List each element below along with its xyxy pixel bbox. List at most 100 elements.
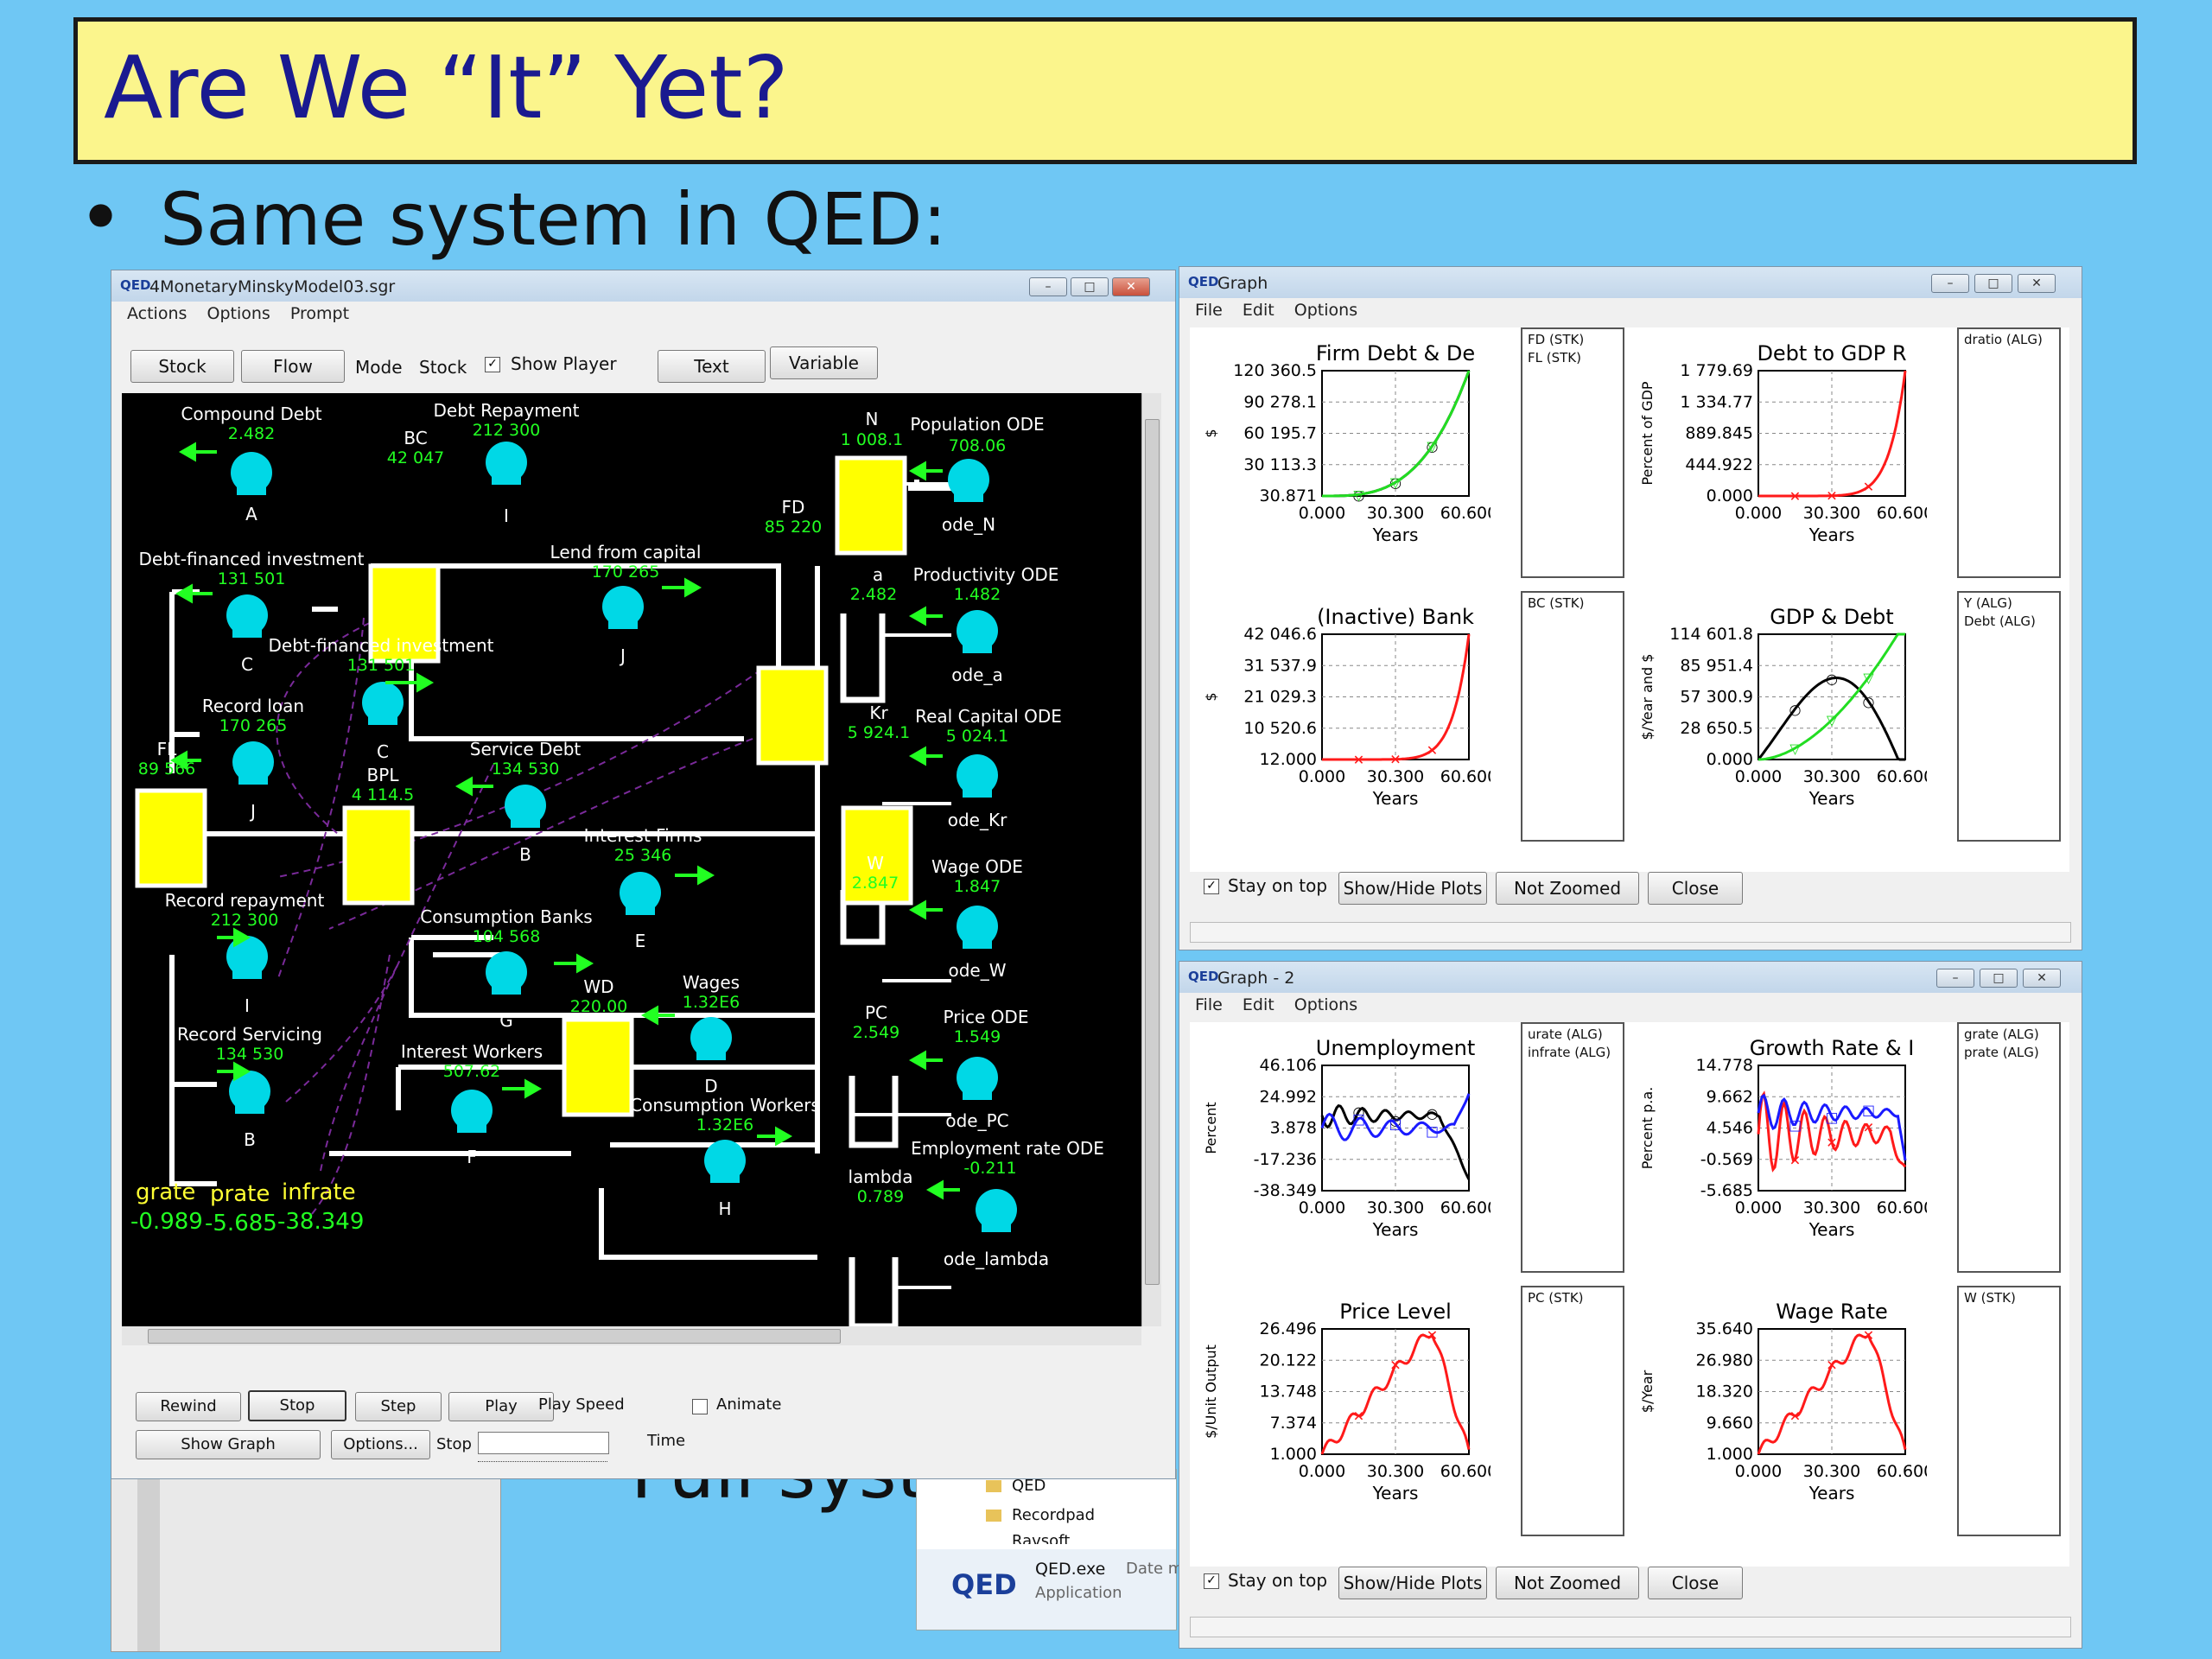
stop-time-input[interactable] xyxy=(478,1432,609,1454)
minimize-icon[interactable]: – xyxy=(1936,969,1974,988)
explorer-item[interactable]: Ravsoft xyxy=(1012,1532,1070,1544)
close-button[interactable]: Close xyxy=(1648,872,1743,905)
exe-name[interactable]: QED.exe xyxy=(1035,1560,1105,1579)
plot-legend: dratio (ALG) xyxy=(1957,327,2061,578)
series-marker: ▽ xyxy=(1789,741,1801,757)
plot-3[interactable]: Price Level 26.496 20.122 13.748 7.374 1.0000… xyxy=(1197,1294,1491,1554)
show-player-checkbox[interactable]: ✓ xyxy=(485,357,500,372)
valve-ode-a xyxy=(957,610,998,653)
status-bar xyxy=(1190,922,2071,943)
x-tick-label: 0.000 xyxy=(1299,504,1345,523)
not-zoomed-button[interactable]: Not Zoomed xyxy=(1496,1567,1639,1599)
stop-button[interactable]: Stop xyxy=(248,1390,346,1421)
variable-button[interactable]: Variable xyxy=(770,346,878,379)
stock-button[interactable]: Stock xyxy=(130,350,234,383)
minimize-icon[interactable]: – xyxy=(1931,274,1969,293)
options-button[interactable]: Options... xyxy=(331,1430,430,1459)
y-axis-label: Percent of GDP xyxy=(1639,381,1656,486)
plot-1[interactable]: Unemployment46.106 24.992 3.878 -17.236 -38.… xyxy=(1197,1031,1491,1290)
maximize-icon[interactable]: □ xyxy=(1071,277,1109,296)
stay-on-top-checkbox[interactable]: ✓ xyxy=(1204,1573,1219,1589)
model-window: QED 4MonetaryMinskyModel03.sgr – □ ✕ Act… xyxy=(111,270,1176,1479)
y-axis-label: $ xyxy=(1203,692,1219,701)
menu-prompt[interactable]: Prompt xyxy=(290,302,349,326)
explorer-item[interactable]: QED xyxy=(1012,1477,1046,1495)
speed-slider[interactable] xyxy=(478,1456,607,1462)
rewind-button[interactable]: Rewind xyxy=(136,1392,241,1421)
menu-options[interactable]: Options xyxy=(1294,993,1357,1017)
menu-actions[interactable]: Actions xyxy=(127,302,187,326)
x-axis-label: Years xyxy=(1808,524,1855,545)
vertical-scrollbar[interactable] xyxy=(1141,393,1161,1326)
flow-label: Debt-financed investment xyxy=(268,635,494,656)
series-marker: ▽ xyxy=(1353,486,1364,503)
plot-2[interactable]: Growth Rate & I14.778 9.662 4.546 -0.569 -5.… xyxy=(1633,1031,1927,1290)
plot-4[interactable]: Wage Rate 35.640 26.980 18.320 9.660 1.0000.0… xyxy=(1633,1294,1927,1554)
explorer-item[interactable]: Recordpad xyxy=(1012,1506,1095,1524)
not-zoomed-button[interactable]: Not Zoomed xyxy=(1496,872,1639,905)
stock-value: 42 047 xyxy=(386,448,445,467)
series-marker: ○ xyxy=(1789,701,1802,717)
flow-button[interactable]: Flow xyxy=(241,350,345,383)
x-tick-label: 0.000 xyxy=(1735,767,1782,786)
stock-value: 220.00 xyxy=(569,997,628,1016)
model-window-titlebar[interactable]: QED 4MonetaryMinskyModel03.sgr – □ ✕ xyxy=(111,270,1175,302)
plot-3[interactable]: (Inactive) Bank42 046.6 31 537.9 21 029.3 1… xyxy=(1197,600,1491,859)
menu-file[interactable]: File xyxy=(1195,298,1223,322)
stock-label: W xyxy=(867,853,884,874)
y-tick-label: 12.000 xyxy=(1260,750,1317,769)
menu-edit[interactable]: Edit xyxy=(1243,298,1274,322)
step-button[interactable]: Step xyxy=(355,1392,442,1421)
show-hide-plots-button[interactable]: Show/Hide Plots xyxy=(1338,1567,1487,1599)
close-icon[interactable]: ✕ xyxy=(2023,969,2061,988)
plot-title: Growth Rate & I xyxy=(1750,1036,1915,1060)
scrollbar-thumb[interactable] xyxy=(1145,419,1160,1285)
legend-entry: PC (STK) xyxy=(1528,1290,1584,1306)
maximize-icon[interactable]: □ xyxy=(1980,969,2018,988)
model-canvas[interactable]: BC 42 047 FD 85 220 N 1 008.1 FL 89 566 … xyxy=(122,393,1141,1326)
plot-4[interactable]: GDP & Debt 114 601.8 85 951.4 57 300.9 28 65… xyxy=(1633,600,1927,859)
maximize-icon[interactable]: □ xyxy=(1974,274,2012,293)
close-icon[interactable]: ✕ xyxy=(2018,274,2056,293)
text-button[interactable]: Text xyxy=(658,350,766,383)
graph-window-titlebar[interactable]: QED Graph - 2 – □ ✕ xyxy=(1179,962,2082,993)
graph-window-titlebar[interactable]: QED Graph – □ ✕ xyxy=(1179,267,2082,298)
series-marker: □ xyxy=(1825,1109,1838,1125)
x-tick-label: 60.600 xyxy=(1877,1462,1927,1481)
series-marker: □ xyxy=(1862,1102,1875,1118)
horizontal-scrollbar[interactable] xyxy=(122,1326,1141,1345)
stock-label: N xyxy=(865,409,879,429)
legend-entry: urate (ALG) xyxy=(1528,1027,1603,1042)
close-icon[interactable]: ✕ xyxy=(1112,277,1150,296)
valve-D xyxy=(690,1017,732,1060)
stay-on-top-checkbox[interactable]: ✓ xyxy=(1204,879,1219,894)
menu-options[interactable]: Options xyxy=(207,302,270,326)
animate-checkbox[interactable] xyxy=(692,1399,708,1414)
minimize-icon[interactable]: – xyxy=(1029,277,1067,296)
flow-letter: ode_N xyxy=(941,514,996,535)
plot-2[interactable]: Debt to GDP R1 779.69 1 334.77 889.845 444.… xyxy=(1633,336,1927,595)
plot-1[interactable]: Firm Debt & De120 360.5 90 278.1 60 195.7 3… xyxy=(1197,336,1491,595)
flow-letter: ode_PC xyxy=(945,1110,1009,1131)
valve-I-left xyxy=(226,936,268,979)
show-graph-button[interactable]: Show Graph xyxy=(136,1430,321,1459)
menu-options[interactable]: Options xyxy=(1294,298,1357,322)
y-tick-label: 7.374 xyxy=(1270,1414,1317,1433)
flow-value: 170 265 xyxy=(219,716,288,735)
y-tick-label: 60 195.7 xyxy=(1243,424,1317,443)
menu-edit[interactable]: Edit xyxy=(1243,993,1274,1017)
scrollbar-thumb[interactable] xyxy=(148,1329,841,1344)
plot-legend: Y (ALG) Debt (ALG) xyxy=(1957,591,2061,842)
valve-I-top xyxy=(486,442,527,485)
file-explorer: QED Recordpad Ravsoft QED QED.exe Applic… xyxy=(916,1469,1183,1630)
flow-letter: ode_Kr xyxy=(947,810,1007,830)
model-menubar: Actions Options Prompt xyxy=(111,302,1175,326)
close-button[interactable]: Close xyxy=(1648,1567,1743,1599)
series-marker: ▽ xyxy=(1827,712,1838,728)
flow-value: 2.482 xyxy=(227,424,276,443)
play-speed-label: Play Speed xyxy=(538,1395,625,1414)
x-tick-label: 0.000 xyxy=(1735,504,1782,523)
menu-file[interactable]: File xyxy=(1195,993,1223,1017)
flow-label: Compound Debt xyxy=(181,404,322,424)
show-hide-plots-button[interactable]: Show/Hide Plots xyxy=(1338,872,1487,905)
